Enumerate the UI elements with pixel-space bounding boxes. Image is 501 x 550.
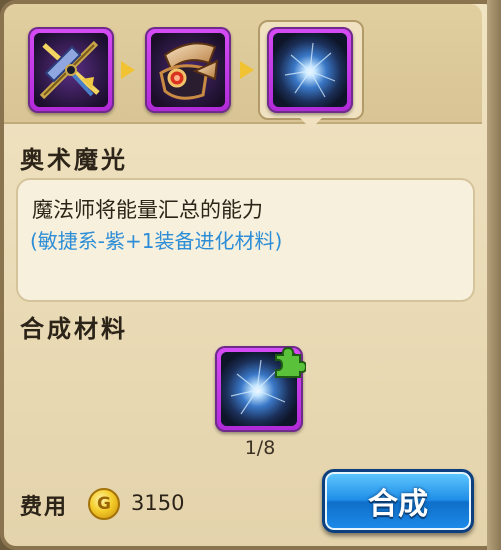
selected-item-pointer bbox=[299, 117, 323, 129]
evolution-slot-3[interactable] bbox=[267, 27, 353, 113]
cost-label: 费用 bbox=[20, 495, 69, 520]
panel-edge bbox=[487, 0, 501, 550]
arcane-orb-icon bbox=[273, 33, 347, 107]
item-evolution-detail: (敏捷系-紫+1装备进化材料) bbox=[30, 229, 283, 253]
chain-arrow-2-icon bbox=[240, 61, 254, 79]
chain-arrow-1-icon bbox=[121, 61, 135, 79]
evolution-slot-1[interactable] bbox=[28, 27, 114, 113]
evolution-slot-2[interactable] bbox=[145, 27, 231, 113]
item-description: 魔法师将能量汇总的能力 bbox=[32, 198, 263, 222]
materials-heading: 合成材料 bbox=[20, 315, 128, 343]
craft-button[interactable]: 合成 bbox=[322, 469, 474, 533]
material-count: 1/8 bbox=[244, 437, 276, 459]
crossbow-icon bbox=[34, 33, 108, 107]
gold-coin-icon: G bbox=[88, 488, 120, 520]
fragment-puzzle-icon bbox=[270, 343, 308, 383]
item-description-box: 魔法师将能量汇总的能力 (敏捷系-紫+1装备进化材料) bbox=[16, 178, 475, 302]
item-name: 奥术魔光 bbox=[20, 146, 128, 174]
cost-value: 3150 bbox=[131, 491, 185, 515]
armguard-icon bbox=[151, 33, 225, 107]
